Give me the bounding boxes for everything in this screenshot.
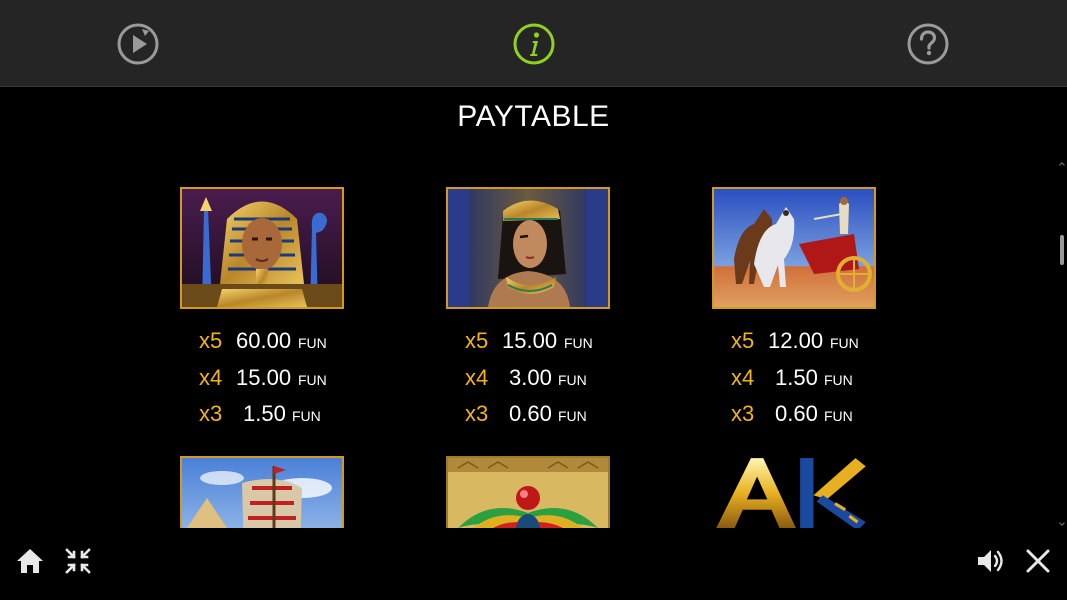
ak-symbol [712,456,876,528]
scroll-up-arrow[interactable] [1059,162,1065,168]
home-icon [17,549,43,573]
close-button[interactable] [1023,546,1053,576]
replay-button[interactable] [116,22,160,66]
ship-symbol [180,456,344,528]
pay-currency: FUN [564,335,593,351]
top-bar [0,0,1067,87]
pay-multiplier: x4 [465,365,489,390]
pharaoh-symbol [180,187,344,309]
home-button[interactable] [15,546,45,576]
paytable-scrollbar[interactable] [1058,162,1066,526]
pay-currency: FUN [824,372,853,388]
pay-multiplier: x4 [199,365,223,390]
paytable-content: x5 60.00 FUN x4 15.00 FUN x3 1.50 FUN x5… [0,150,1050,528]
pay-multiplier: x5 [731,328,755,353]
pay-multiplier: x5 [465,328,489,353]
help-button[interactable] [906,22,950,66]
pay-currency: FUN [830,335,859,351]
pay-currency: FUN [558,372,587,388]
pay-currency: FUN [558,408,587,424]
sound-icon [978,550,1003,572]
pay-value: 12.00 [768,328,824,353]
paytable-title: PAYTABLE [457,100,610,133]
pay-value: 1.50 [775,365,818,390]
pay-value: 60.00 [236,328,292,353]
pay-value: 15.00 [502,328,558,353]
pay-currency: FUN [298,335,327,351]
pay-value: 1.50 [243,401,286,426]
scarab-symbol [446,456,610,528]
pay-multiplier: x3 [199,401,223,426]
pay-value: 15.00 [236,365,292,390]
help-icon [907,23,949,65]
replay-icon [117,23,159,65]
pay-multiplier: x3 [465,401,489,426]
scroll-down-arrow[interactable] [1059,520,1065,526]
exit-fullscreen-button[interactable] [63,546,93,576]
info-button[interactable] [512,22,556,66]
info-icon [513,23,555,65]
pay-value: 0.60 [775,401,818,426]
pay-currency: FUN [298,372,327,388]
pay-currency: FUN [824,408,853,424]
pay-multiplier: x3 [731,401,755,426]
scroll-thumb[interactable] [1060,235,1064,265]
close-icon [1026,549,1050,573]
sound-button[interactable] [975,546,1005,576]
pay-multiplier: x4 [731,365,755,390]
queen-symbol [446,187,610,309]
collapse-icon [65,548,91,574]
pay-value: 3.00 [509,365,552,390]
pay-value: 0.60 [509,401,552,426]
pay-currency: FUN [292,408,321,424]
chariot-symbol [712,187,876,309]
pay-multiplier: x5 [199,328,223,353]
